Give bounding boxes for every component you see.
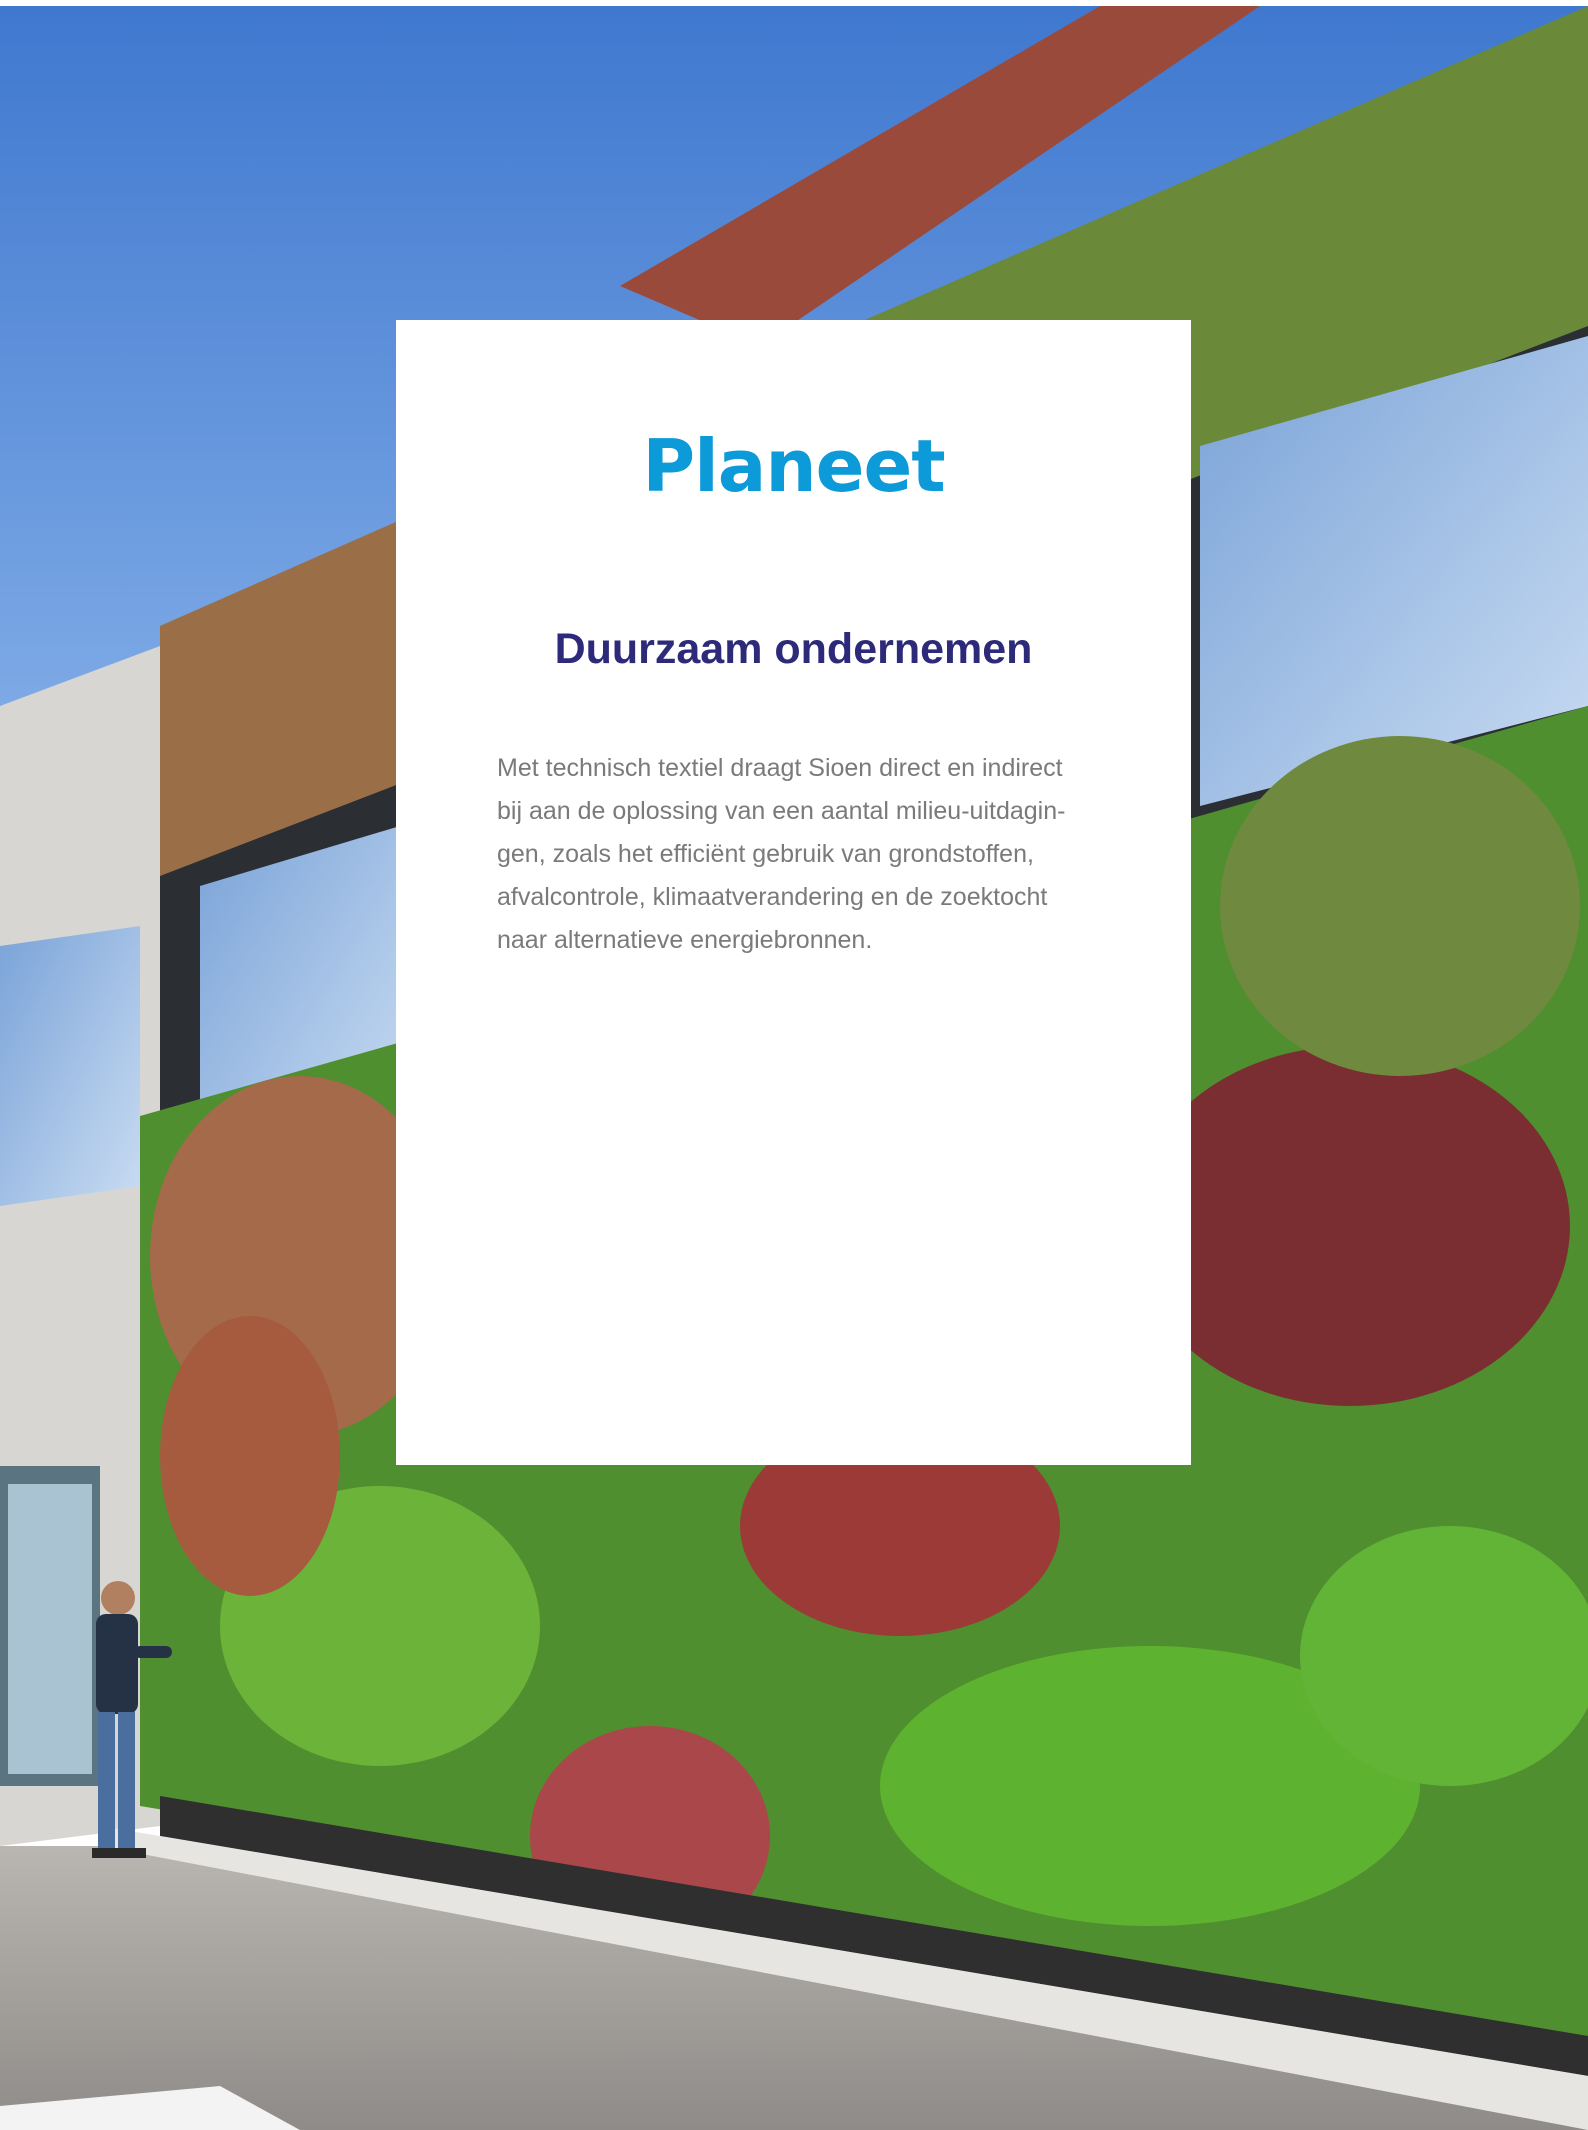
- body-line: afvalcontrole, klimaatverandering en de …: [497, 883, 1048, 911]
- building-door-glass: [8, 1484, 92, 1774]
- body-line: gen, zoals het efficiënt gebruik van gro…: [497, 840, 1034, 868]
- page-subtitle: Duurzaam ondernemen: [554, 625, 1033, 673]
- white-building-window: [0, 926, 140, 1206]
- body-line: bij aan de oplossing van een aantal mili…: [497, 797, 1066, 825]
- page-title: Planeet: [642, 424, 945, 508]
- foliage-patch: [1130, 1046, 1570, 1406]
- foliage-patch: [1300, 1526, 1588, 1786]
- foliage-patch: [160, 1316, 340, 1596]
- body-line: naar alternatieve energiebronnen.: [497, 926, 873, 954]
- body-line: Met technisch textiel draagt Sioen direc…: [497, 754, 1063, 782]
- foliage-patch: [1220, 736, 1580, 1076]
- text-card: Planeet Duurzaam ondernemen Met technisc…: [396, 320, 1191, 1465]
- body-paragraph: Met technisch textiel draagt Sioen direc…: [497, 747, 1097, 962]
